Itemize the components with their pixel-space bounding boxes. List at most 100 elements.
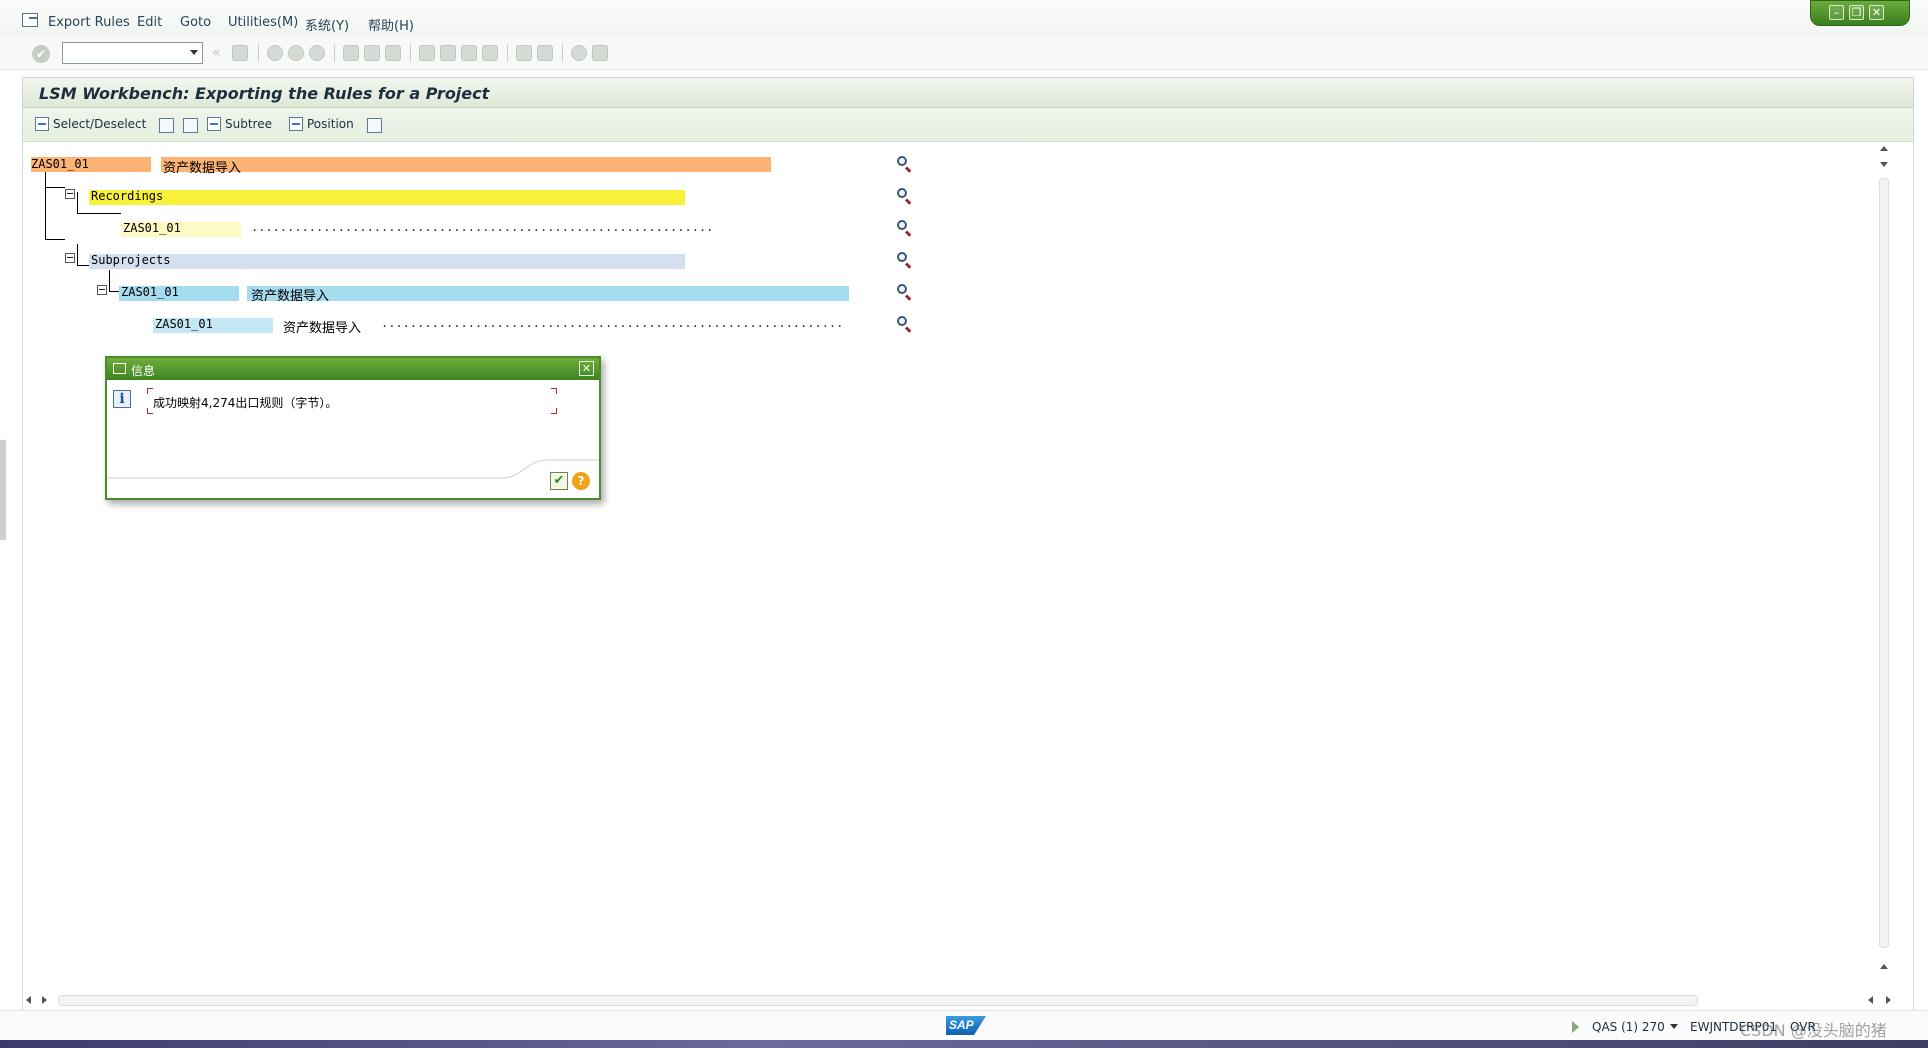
find-next-icon[interactable] [385,45,401,61]
scroll-left-icon[interactable] [1868,996,1873,1004]
menu-help[interactable]: 帮助(H) [368,15,414,34]
collapse-subproject-icon[interactable] [97,285,107,295]
chevron-down-icon[interactable] [190,50,198,55]
help-icon[interactable] [571,45,587,61]
select-icon [35,117,49,131]
tree-row-subproject[interactable]: ZAS01_01 资产数据导入 [97,282,879,304]
horizontal-scroll-track[interactable] [58,995,1698,1006]
minimize-icon[interactable]: – [1829,5,1844,20]
dialog-window-icon [113,363,126,374]
save-icon[interactable] [232,45,248,61]
focus-corner [551,388,557,394]
tree-row-root[interactable]: ZAS01_01 资产数据导入 [31,154,931,176]
menu-edit[interactable]: Edit [137,15,162,30]
first-page-icon[interactable] [419,45,435,61]
dialog-title: 信息 [131,364,156,378]
toolbar-separator [334,44,335,62]
menu-goto[interactable]: Goto [180,15,211,30]
subtree-button[interactable]: Subtree [207,117,272,131]
back-icon[interactable] [267,45,283,61]
position-button[interactable]: Position [289,117,354,131]
history-back-icon[interactable]: « [212,45,224,61]
vertical-scrollbar[interactable] [1878,140,1890,980]
tree-row-subprojects[interactable]: Subprojects [65,250,767,270]
detail-icon[interactable] [897,188,913,205]
session-menu-icon[interactable] [22,13,38,27]
scroll-up-icon[interactable] [1880,146,1888,151]
menu-utilities[interactable]: Utilities(M) [228,15,298,30]
select-deselect-button[interactable]: Select/Deselect [35,117,146,131]
detail-icon[interactable] [897,316,913,333]
dialog-title-bar: 信息 ✕ [107,358,599,380]
scroll-up-icon[interactable] [1880,964,1888,969]
system-info: QAS (1) 270 [1592,1020,1665,1034]
detail-icon[interactable] [897,252,913,269]
position-label: Position [307,117,354,131]
print-icon[interactable] [343,45,359,61]
left-edge-handle [0,440,6,540]
tree-connector [45,187,65,188]
page-title: LSM Workbench: Exporting the Rules for a… [39,84,490,103]
command-field[interactable] [62,42,203,64]
position-icon [289,117,303,131]
tree-connector [45,166,46,240]
tree-connector [77,213,121,214]
restore-icon[interactable]: ❐ [1849,5,1864,20]
project-tree: ZAS01_01 资产数据导入 Recordings ZAS01_01 ....… [23,142,1913,982]
taskbar-strip [0,1040,1928,1048]
sap-logo: SAP [946,1016,986,1035]
main-screen: LSM Workbench: Exporting the Rules for a… [22,77,1914,1015]
collapse-recordings-icon[interactable] [65,189,75,199]
tree-row-subproject-item[interactable]: ZAS01_01 资产数据导入 ........................… [153,314,913,336]
toolbar-separator [258,44,259,62]
cancel-icon[interactable] [309,45,325,61]
toolbar-separator [507,44,508,62]
close-window-icon[interactable]: ✕ [1869,5,1884,20]
close-icon[interactable]: ✕ [579,361,594,376]
menu-system[interactable]: 系统(Y) [305,15,349,34]
select-deselect-label: Select/Deselect [53,117,147,131]
dialog-footer-curve [107,459,599,479]
detail-icon[interactable] [897,220,913,237]
subtree-icon [207,117,221,131]
find-icon[interactable] [364,45,380,61]
menu-export-rules[interactable]: Export Rules [48,15,130,30]
chevron-down-icon[interactable] [1670,1024,1678,1029]
standard-toolbar: ✔ « [0,36,1928,70]
subproject-item-key: ZAS01_01 [155,317,213,331]
horizontal-scrollbar[interactable] [22,992,1914,1008]
scroll-right-icon[interactable] [42,996,47,1004]
vertical-scroll-track[interactable] [1879,178,1889,948]
last-page-icon[interactable] [482,45,498,61]
enter-icon[interactable]: ✔ [32,45,50,63]
export-icon[interactable] [367,118,382,133]
next-page-icon[interactable] [461,45,477,61]
toolbar-separator [410,44,411,62]
expand-all-icon[interactable] [159,118,174,133]
subproject-item-description: 资产数据导入 [283,321,362,336]
scroll-left-icon[interactable] [26,996,31,1004]
detail-icon[interactable] [897,156,913,173]
scroll-right-icon[interactable] [1886,996,1891,1004]
exit-icon[interactable] [288,45,304,61]
layout-menu-icon[interactable] [592,45,608,61]
help-button[interactable]: ? [572,472,590,490]
collapse-all-icon[interactable] [183,118,198,133]
subproject-description: 资产数据导入 [251,289,330,304]
collapse-subprojects-icon[interactable] [65,253,75,263]
detail-icon[interactable] [897,284,913,301]
new-session-icon[interactable] [516,45,532,61]
subproject-item-dots: ........................................… [381,316,844,330]
scroll-down-icon[interactable] [1880,162,1888,167]
status-bar: SAP QAS (1) 270 EWJNTDERP01 OVR CSDN @没头… [0,1010,1928,1040]
tree-row-recording-item[interactable]: ZAS01_01 ...............................… [121,218,881,238]
previous-page-icon[interactable] [440,45,456,61]
toolbar-separator [562,44,563,62]
tree-row-recordings[interactable]: Recordings [65,186,767,206]
status-expand-icon[interactable] [1572,1021,1579,1033]
confirm-button[interactable]: ✔ [550,472,568,490]
root-desc-highlight [161,157,771,172]
shortcut-icon[interactable] [537,45,553,61]
tree-connector [45,239,65,240]
root-description: 资产数据导入 [163,161,242,176]
